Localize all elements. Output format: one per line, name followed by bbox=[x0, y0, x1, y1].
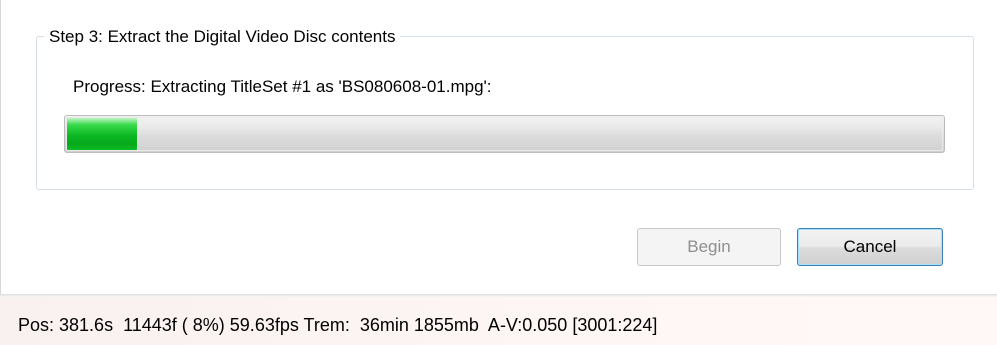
step-title: Step 3: Extract the Digital Video Disc c… bbox=[44, 26, 401, 48]
begin-button[interactable]: Begin bbox=[637, 228, 781, 266]
progress-bar-frame bbox=[66, 117, 943, 151]
progress-label: Progress: Extracting TitleSet #1 as 'BS0… bbox=[73, 77, 492, 96]
extract-dialog-window: Step 3: Extract the Digital Video Disc c… bbox=[0, 0, 997, 345]
window-right-edge bbox=[985, 0, 997, 294]
cancel-button-label: Cancel bbox=[843, 237, 897, 256]
step-groupbox bbox=[36, 36, 974, 190]
cancel-button[interactable]: Cancel bbox=[797, 228, 943, 266]
progress-bar-fill bbox=[67, 118, 137, 150]
begin-button-label: Begin bbox=[687, 237, 731, 256]
status-text: Pos: 381.6s 11443f ( 8%) 59.63fps Trem: … bbox=[18, 315, 658, 335]
progress-bar bbox=[64, 115, 945, 153]
